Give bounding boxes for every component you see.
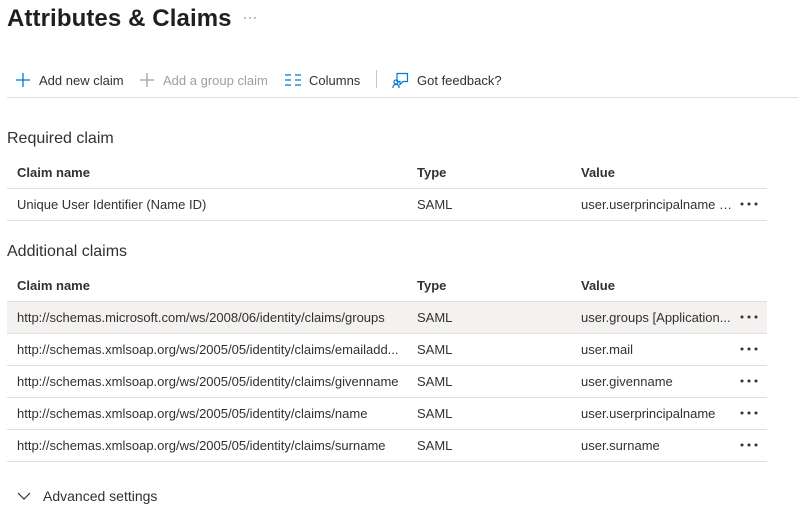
additional-claims-table: Claim name Type Value http://schemas.mic…: [7, 270, 767, 462]
claim-name-cell: Unique User Identifier (Name ID): [17, 197, 207, 212]
table-row[interactable]: http://schemas.xmlsoap.org/ws/2005/05/id…: [7, 334, 767, 366]
claim-type-cell: SAML: [417, 406, 453, 421]
required-claim-table: Claim name Type Value Unique User Identi…: [7, 157, 767, 221]
table-row[interactable]: http://schemas.xmlsoap.org/ws/2005/05/id…: [7, 366, 767, 398]
column-header-claim-name[interactable]: Claim name: [17, 270, 413, 301]
claim-name-cell: http://schemas.xmlsoap.org/ws/2005/05/id…: [17, 374, 399, 389]
plus-icon: [16, 73, 30, 87]
table-row[interactable]: http://schemas.xmlsoap.org/ws/2005/05/id…: [7, 398, 767, 430]
column-header-type[interactable]: Type: [417, 270, 567, 301]
claim-name-cell: http://schemas.xmlsoap.org/ws/2005/05/id…: [17, 342, 399, 357]
claim-value-cell: user.givenname: [581, 374, 673, 389]
table-row[interactable]: Unique User Identifier (Name ID) SAML us…: [7, 189, 767, 221]
claim-type-cell: SAML: [417, 374, 453, 389]
advanced-settings-toggle[interactable]: Advanced settings: [17, 488, 157, 504]
claim-value-cell: user.userprincipalname: [581, 406, 716, 421]
table-row[interactable]: http://schemas.xmlsoap.org/ws/2005/05/id…: [7, 430, 767, 462]
columns-label: Columns: [309, 72, 361, 88]
table-header-row: Claim name Type Value: [7, 270, 767, 302]
toolbar-divider: [376, 70, 377, 88]
row-more-icon[interactable]: [738, 406, 760, 420]
got-feedback-label: Got feedback?: [417, 72, 502, 88]
columns-button[interactable]: Columns: [285, 69, 360, 91]
claim-type-cell: SAML: [417, 342, 453, 357]
more-options-icon[interactable]: ···: [243, 10, 258, 24]
page-title: Attributes & Claims: [7, 5, 232, 32]
claim-value-cell: user.surname: [581, 438, 660, 453]
feedback-icon: [392, 72, 409, 88]
row-more-icon[interactable]: [738, 342, 760, 356]
command-bar: Add new claim Add a group claim Columns …: [7, 62, 798, 98]
column-header-value[interactable]: Value: [581, 270, 733, 301]
chevron-down-icon: [17, 492, 31, 500]
additional-claims-heading: Additional claims: [7, 243, 128, 260]
table-row[interactable]: http://schemas.microsoft.com/ws/2008/06/…: [7, 302, 767, 334]
row-more-icon[interactable]: [738, 310, 760, 324]
row-more-icon[interactable]: [738, 438, 760, 452]
columns-icon: [285, 74, 301, 86]
column-header-type[interactable]: Type: [417, 157, 567, 188]
got-feedback-button[interactable]: Got feedback?: [392, 69, 502, 91]
table-header-row: Claim name Type Value: [7, 157, 767, 189]
claim-value-cell: user.mail: [581, 342, 634, 357]
required-claim-heading: Required claim: [7, 130, 114, 147]
claim-value-cell: user.userprincipalname [...: [581, 197, 733, 212]
column-header-claim-name[interactable]: Claim name: [17, 157, 413, 188]
add-new-claim-button[interactable]: Add new claim: [15, 69, 124, 91]
claim-type-cell: SAML: [417, 310, 453, 325]
column-header-value[interactable]: Value: [581, 157, 733, 188]
plus-icon: [140, 73, 154, 87]
row-more-icon[interactable]: [738, 374, 760, 388]
claim-name-cell: http://schemas.xmlsoap.org/ws/2005/05/id…: [17, 406, 368, 421]
claim-type-cell: SAML: [417, 438, 453, 453]
add-group-claim-label: Add a group claim: [163, 72, 268, 88]
claim-name-cell: http://schemas.microsoft.com/ws/2008/06/…: [17, 310, 385, 325]
claim-type-cell: SAML: [417, 197, 453, 212]
claim-value-cell: user.groups [Application...: [581, 310, 731, 325]
advanced-settings-label: Advanced settings: [43, 488, 158, 504]
row-more-icon[interactable]: [738, 197, 760, 211]
add-group-claim-button[interactable]: Add a group claim: [139, 69, 268, 91]
add-new-claim-label: Add new claim: [39, 72, 124, 88]
claim-name-cell: http://schemas.xmlsoap.org/ws/2005/05/id…: [17, 438, 386, 453]
